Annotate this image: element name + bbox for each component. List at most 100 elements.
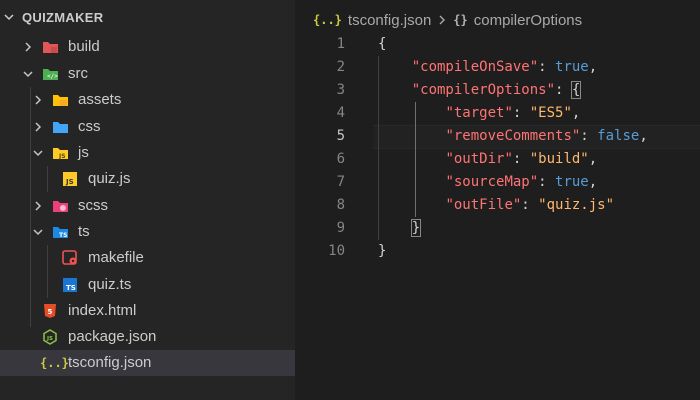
json-brace: { bbox=[378, 36, 387, 52]
tree-item-label: tsconfig.json bbox=[68, 354, 152, 371]
json-value: true bbox=[555, 174, 589, 190]
json-colon: : bbox=[538, 174, 556, 190]
chevron-right-icon bbox=[25, 42, 32, 52]
tree-item-label: index.html bbox=[68, 302, 137, 319]
json-key: "removeComments" bbox=[445, 128, 581, 144]
tree-item-label: src bbox=[68, 65, 88, 82]
code-line: 8 "outFile": "quiz.js" bbox=[295, 194, 700, 217]
chevron-right-icon bbox=[35, 122, 42, 132]
line-number: 8 bbox=[336, 197, 345, 213]
json-comma: , bbox=[588, 151, 598, 167]
tree-item-quiz-js[interactable]: JS quiz.js bbox=[0, 166, 295, 192]
json-comma: , bbox=[588, 59, 598, 75]
chevron-right-icon bbox=[35, 201, 42, 211]
tree-item-scss[interactable]: scss bbox=[0, 193, 295, 219]
line-number: 6 bbox=[336, 151, 345, 167]
code-line: 2 "compileOnSave": true, bbox=[295, 56, 700, 79]
json-comma: , bbox=[639, 128, 648, 144]
line-number: 5 bbox=[336, 128, 345, 144]
json-value: true bbox=[555, 59, 589, 75]
tree-item-label: quiz.ts bbox=[88, 276, 132, 293]
code-line-active: 5 "removeComments": false, bbox=[295, 125, 700, 148]
json-colon: : bbox=[521, 197, 539, 213]
tree-item-label: build bbox=[68, 38, 100, 55]
tree-item-js[interactable]: JS js bbox=[0, 140, 295, 166]
explorer-project-title: QUIZMAKER bbox=[22, 10, 104, 25]
chevron-down-icon bbox=[23, 71, 33, 78]
chevron-down-icon bbox=[33, 150, 43, 157]
code-line: 9 } bbox=[295, 217, 700, 240]
svg-text:TS: TS bbox=[59, 232, 67, 239]
line-number: 7 bbox=[336, 174, 345, 190]
chevron-right-icon bbox=[35, 95, 42, 105]
javascript-file-icon: JS bbox=[63, 172, 77, 186]
tree-item-build[interactable]: build bbox=[0, 34, 295, 60]
json-key: "sourceMap" bbox=[445, 174, 539, 190]
json-key: "outFile" bbox=[445, 197, 522, 213]
tree-item-label: ts bbox=[78, 223, 90, 240]
html5-file-icon: 5 bbox=[44, 304, 56, 318]
json-comma: , bbox=[588, 174, 598, 190]
code-line: 7 "sourceMap": true, bbox=[295, 171, 700, 194]
tree-item-makefile[interactable]: makefile bbox=[0, 245, 295, 271]
tree-item-label: js bbox=[78, 144, 89, 161]
json-colon: : bbox=[538, 59, 556, 75]
svg-text:</>: </> bbox=[47, 73, 58, 80]
json-value: false bbox=[597, 128, 640, 144]
json-value: "quiz.js" bbox=[538, 197, 615, 213]
json-file-icon: {..} bbox=[313, 13, 342, 27]
json-key: "target" bbox=[445, 105, 513, 121]
tree-item-index-html[interactable]: 5 index.html bbox=[0, 298, 295, 324]
code-line: 3 "compilerOptions": { bbox=[295, 79, 700, 102]
line-number: 4 bbox=[336, 105, 345, 121]
json-file-icon: {..} bbox=[40, 356, 69, 370]
json-key: "outDir" bbox=[445, 151, 513, 167]
matched-brace: { bbox=[570, 81, 582, 99]
code-line: 1 { bbox=[295, 33, 700, 56]
svg-text:TS: TS bbox=[66, 284, 76, 292]
json-brace: } bbox=[378, 243, 387, 259]
svg-text:JS: JS bbox=[46, 336, 53, 342]
tree-item-label: assets bbox=[78, 91, 122, 108]
tree-item-label: makefile bbox=[88, 249, 144, 266]
tree-item-quiz-ts[interactable]: TS quiz.ts bbox=[0, 272, 295, 298]
editor-pane[interactable]: {..} tsconfig.json {} compilerOptions 1 … bbox=[295, 0, 700, 400]
svg-text:JS: JS bbox=[65, 178, 74, 186]
chevron-down-icon bbox=[33, 229, 43, 236]
explorer-sidebar: QUIZMAKER build </> src assets css JS js… bbox=[0, 0, 295, 400]
assets-folder-icon bbox=[53, 95, 68, 106]
svg-text:5: 5 bbox=[48, 308, 53, 316]
css-folder-icon bbox=[53, 122, 68, 133]
line-number: 9 bbox=[336, 220, 345, 236]
json-value: "ES5" bbox=[529, 105, 572, 121]
breadcrumb: {..} tsconfig.json {} compilerOptions bbox=[313, 10, 582, 30]
tree-item-src[interactable]: </> src bbox=[0, 61, 295, 87]
vscode-window: QUIZMAKER build </> src assets css JS js… bbox=[0, 0, 700, 400]
js-folder-icon: JS bbox=[53, 148, 68, 160]
ts-folder-icon: TS bbox=[53, 227, 68, 239]
code-line: 4 "target": "ES5", bbox=[295, 102, 700, 125]
chevron-right-icon bbox=[439, 15, 446, 25]
json-value: "build" bbox=[529, 151, 589, 167]
code-line: 6 "outDir": "build", bbox=[295, 148, 700, 171]
scss-folder-icon bbox=[53, 201, 68, 212]
code-line: 10 } bbox=[295, 240, 700, 263]
chevron-down-icon[interactable] bbox=[2, 10, 16, 24]
tree-item-assets[interactable]: assets bbox=[0, 87, 295, 113]
tree-item-package-json[interactable]: JS package.json bbox=[0, 324, 295, 350]
tree-item-ts[interactable]: TS ts bbox=[0, 219, 295, 245]
json-comma: , bbox=[571, 105, 581, 121]
breadcrumb-symbol[interactable]: compilerOptions bbox=[474, 12, 582, 29]
tree-item-tsconfig-json[interactable]: {..} tsconfig.json bbox=[0, 350, 295, 376]
tree-item-css[interactable]: css bbox=[0, 114, 295, 140]
json-colon: : bbox=[512, 105, 530, 121]
build-folder-icon bbox=[43, 42, 58, 53]
tree-item-label: scss bbox=[78, 197, 108, 214]
json-colon: : bbox=[555, 82, 572, 98]
line-number: 3 bbox=[336, 82, 345, 98]
breadcrumb-file[interactable]: tsconfig.json bbox=[348, 12, 431, 29]
explorer-section-header[interactable]: QUIZMAKER bbox=[0, 0, 295, 34]
line-number: 10 bbox=[328, 243, 345, 259]
matched-brace: } bbox=[410, 219, 422, 237]
json-colon: : bbox=[512, 151, 530, 167]
